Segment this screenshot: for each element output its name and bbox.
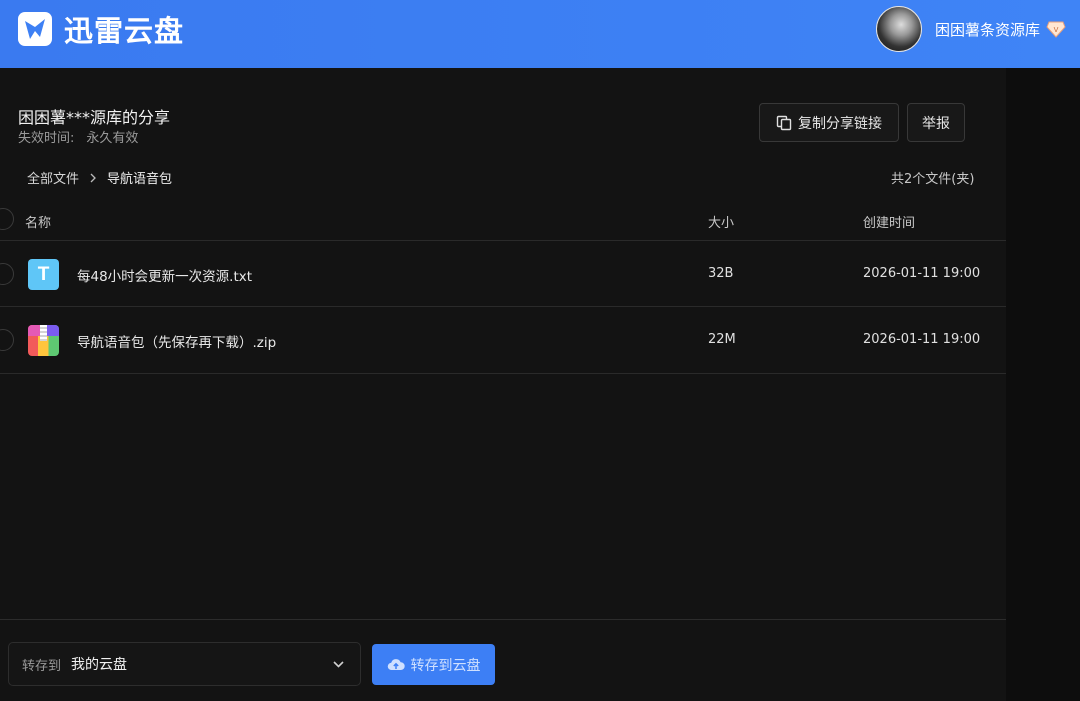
expire-info: 失效时间: 永久有效 bbox=[18, 127, 138, 146]
header-name[interactable]: 名称 bbox=[25, 212, 51, 231]
table-row[interactable]: 导航语音包（先保存再下载）.zip 22M 2026-01-11 19:00 bbox=[0, 307, 1006, 374]
cloud-upload-icon bbox=[387, 658, 405, 670]
file-name[interactable]: 导航语音包（先保存再下载）.zip bbox=[77, 331, 276, 351]
right-gutter bbox=[1006, 68, 1080, 701]
breadcrumb-root[interactable]: 全部文件 bbox=[27, 168, 79, 187]
expire-value: 永久有效 bbox=[86, 131, 139, 146]
header-size[interactable]: 大小 bbox=[708, 212, 734, 231]
save-to-value: 我的云盘 bbox=[71, 657, 128, 673]
share-title: 困困薯***源库的分享 bbox=[18, 108, 171, 127]
copy-share-link-button[interactable]: 复制分享链接 bbox=[759, 103, 899, 142]
bird-logo-icon bbox=[18, 12, 52, 46]
username[interactable]: 困困薯条资源库 bbox=[935, 19, 1040, 40]
footer-divider bbox=[0, 619, 1006, 620]
save-to-cloud-label: 转存到云盘 bbox=[410, 657, 481, 674]
txt-file-icon: T bbox=[28, 259, 59, 290]
report-button[interactable]: 举报 bbox=[907, 103, 965, 142]
file-created: 2026-01-11 19:00 bbox=[863, 332, 981, 347]
file-table: 名称 大小 创建时间 T 每48小时会更新一次资源.txt 32B 2026-0… bbox=[0, 197, 1006, 374]
row-checkbox[interactable] bbox=[0, 329, 14, 351]
select-all-checkbox[interactable] bbox=[0, 208, 14, 230]
table-header: 名称 大小 创建时间 bbox=[0, 197, 1006, 241]
copy-icon bbox=[776, 115, 792, 130]
app-name: 迅雷云盘 bbox=[64, 14, 185, 48]
row-checkbox[interactable] bbox=[0, 263, 14, 285]
file-name[interactable]: 每48小时会更新一次资源.txt bbox=[77, 265, 252, 285]
breadcrumb: 全部文件 导航语音包 bbox=[27, 168, 172, 187]
save-to-label: 转存到 bbox=[22, 658, 62, 674]
avatar[interactable] bbox=[875, 6, 922, 52]
file-size: 22M bbox=[708, 332, 736, 347]
save-to-cloud-button[interactable]: 转存到云盘 bbox=[372, 644, 495, 685]
user-menu[interactable]: 困困薯条资源库 V bbox=[875, 6, 1066, 52]
file-created: 2026-01-11 19:00 bbox=[863, 266, 981, 281]
app-header: 迅雷云盘 困困薯条资源库 V bbox=[0, 0, 1080, 68]
expire-label: 失效时间: bbox=[18, 131, 75, 146]
table-row[interactable]: T 每48小时会更新一次资源.txt 32B 2026-01-11 19:00 bbox=[0, 241, 1006, 307]
copy-share-link-label: 复制分享链接 bbox=[798, 115, 882, 132]
zip-file-icon bbox=[28, 325, 59, 356]
app-logo[interactable]: 迅雷云盘 bbox=[18, 11, 185, 48]
file-count: 共2个文件(夹) bbox=[891, 172, 975, 187]
svg-text:V: V bbox=[1054, 26, 1059, 34]
breadcrumb-current: 导航语音包 bbox=[107, 172, 173, 187]
save-destination-select[interactable]: 转存到 我的云盘 bbox=[8, 642, 361, 686]
vip-badge-icon: V bbox=[1046, 21, 1066, 38]
file-size: 32B bbox=[708, 266, 734, 281]
header-created[interactable]: 创建时间 bbox=[863, 212, 915, 231]
chevron-down-icon bbox=[333, 661, 344, 668]
chevron-right-icon bbox=[90, 173, 96, 182]
